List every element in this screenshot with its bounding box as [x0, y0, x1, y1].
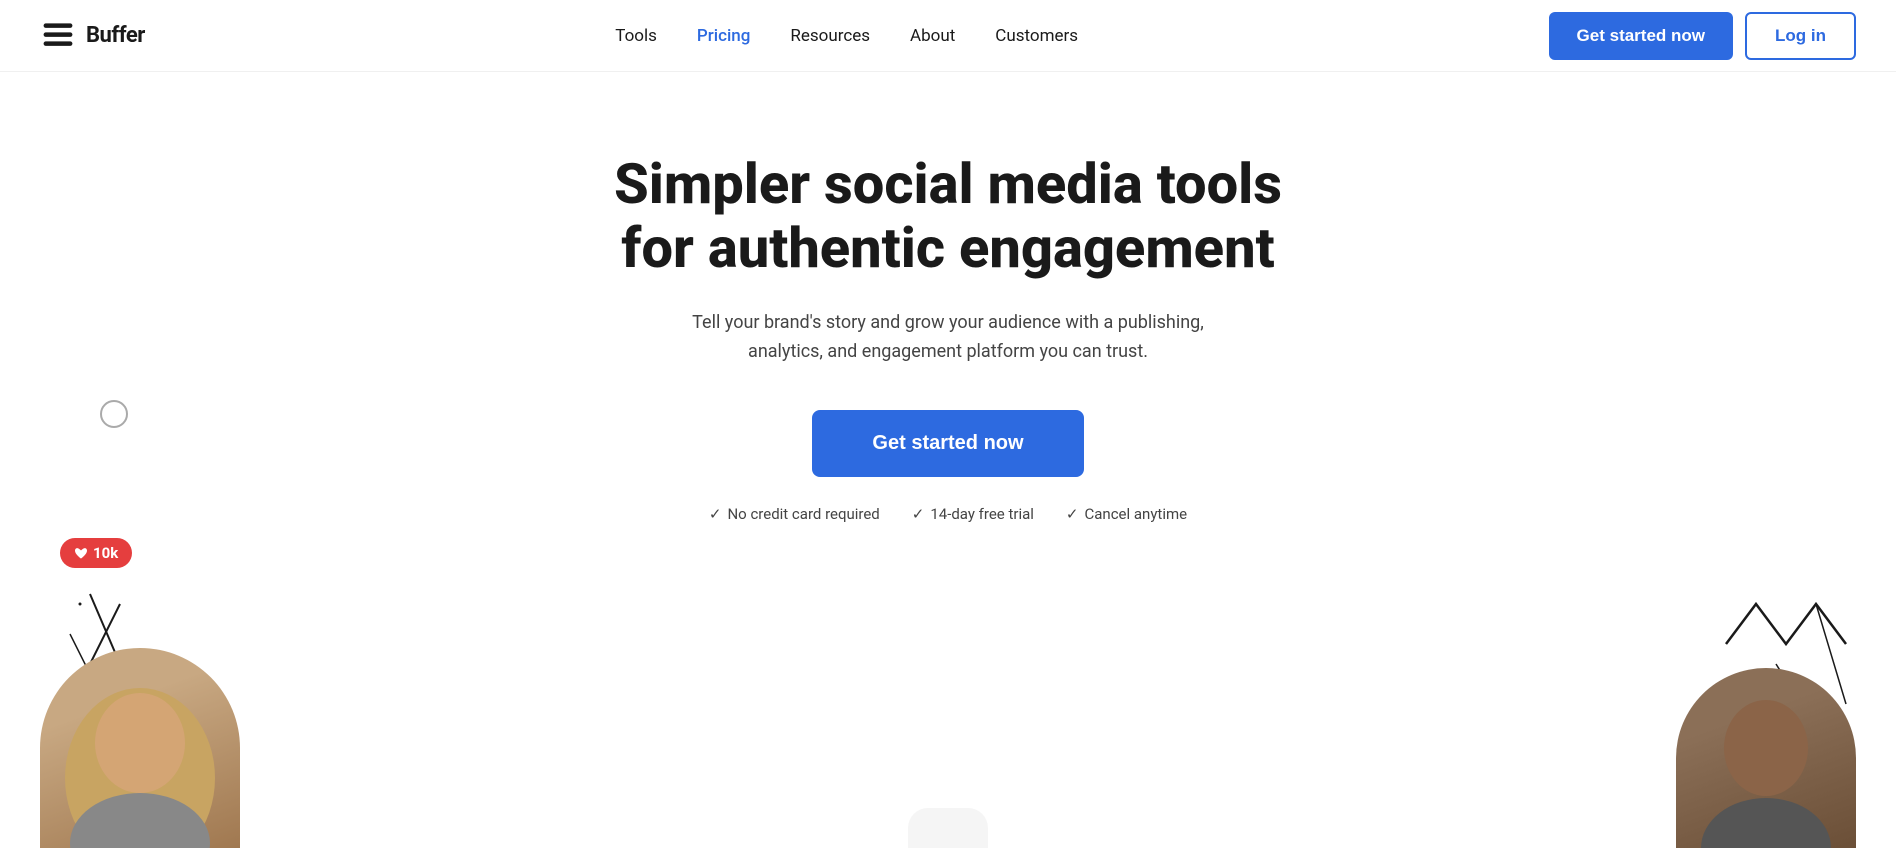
nav-item-about[interactable]: About [910, 26, 955, 46]
nav-links: Tools Pricing Resources About Customers [615, 26, 1078, 46]
person-right-svg [1676, 668, 1856, 848]
navbar: Buffer Tools Pricing Resources About Cus… [0, 0, 1896, 72]
nav-item-resources[interactable]: Resources [790, 26, 870, 46]
emoji-pill-decoration [908, 808, 988, 848]
hero-badge-cancel-text: Cancel anytime [1085, 505, 1188, 523]
hero-get-started-button[interactable]: Get started now [812, 410, 1083, 477]
hero-badge-no-cc-text: No credit card required [727, 505, 879, 523]
nav-actions: Get started now Log in [1549, 12, 1856, 60]
hero-subtitle: Tell your brand's story and grow your au… [658, 309, 1238, 367]
hero-section: 10k [0, 72, 1896, 848]
circle-decoration [100, 400, 128, 428]
checkmark-icon-1: ✓ [709, 505, 722, 523]
hero-badge-no-cc: ✓ No credit card required [709, 505, 880, 523]
hero-badge-free-trial-text: 14-day free trial [930, 505, 1034, 523]
checkmark-icon-3: ✓ [1066, 505, 1079, 523]
nav-login-button[interactable]: Log in [1745, 12, 1856, 60]
like-count: 10k [93, 544, 118, 562]
person-left-decoration [40, 648, 240, 848]
heart-icon [74, 546, 88, 560]
nav-item-customers[interactable]: Customers [995, 26, 1078, 46]
logo-text: Buffer [86, 23, 145, 48]
hero-badges: ✓ No credit card required ✓ 14-day free … [709, 505, 1187, 523]
nav-get-started-button[interactable]: Get started now [1549, 12, 1733, 60]
like-badge: 10k [60, 538, 132, 568]
nav-item-tools[interactable]: Tools [615, 26, 657, 46]
nav-item-pricing[interactable]: Pricing [697, 26, 751, 46]
hero-title: Simpler social media tools for authentic… [608, 152, 1288, 281]
buffer-logo-icon [40, 18, 76, 54]
checkmark-icon-2: ✓ [912, 505, 925, 523]
hero-badge-cancel: ✓ Cancel anytime [1066, 505, 1187, 523]
person-left-svg [40, 648, 240, 848]
logo[interactable]: Buffer [40, 18, 145, 54]
person-right-decoration [1676, 668, 1856, 848]
hero-badge-free-trial: ✓ 14-day free trial [912, 505, 1034, 523]
